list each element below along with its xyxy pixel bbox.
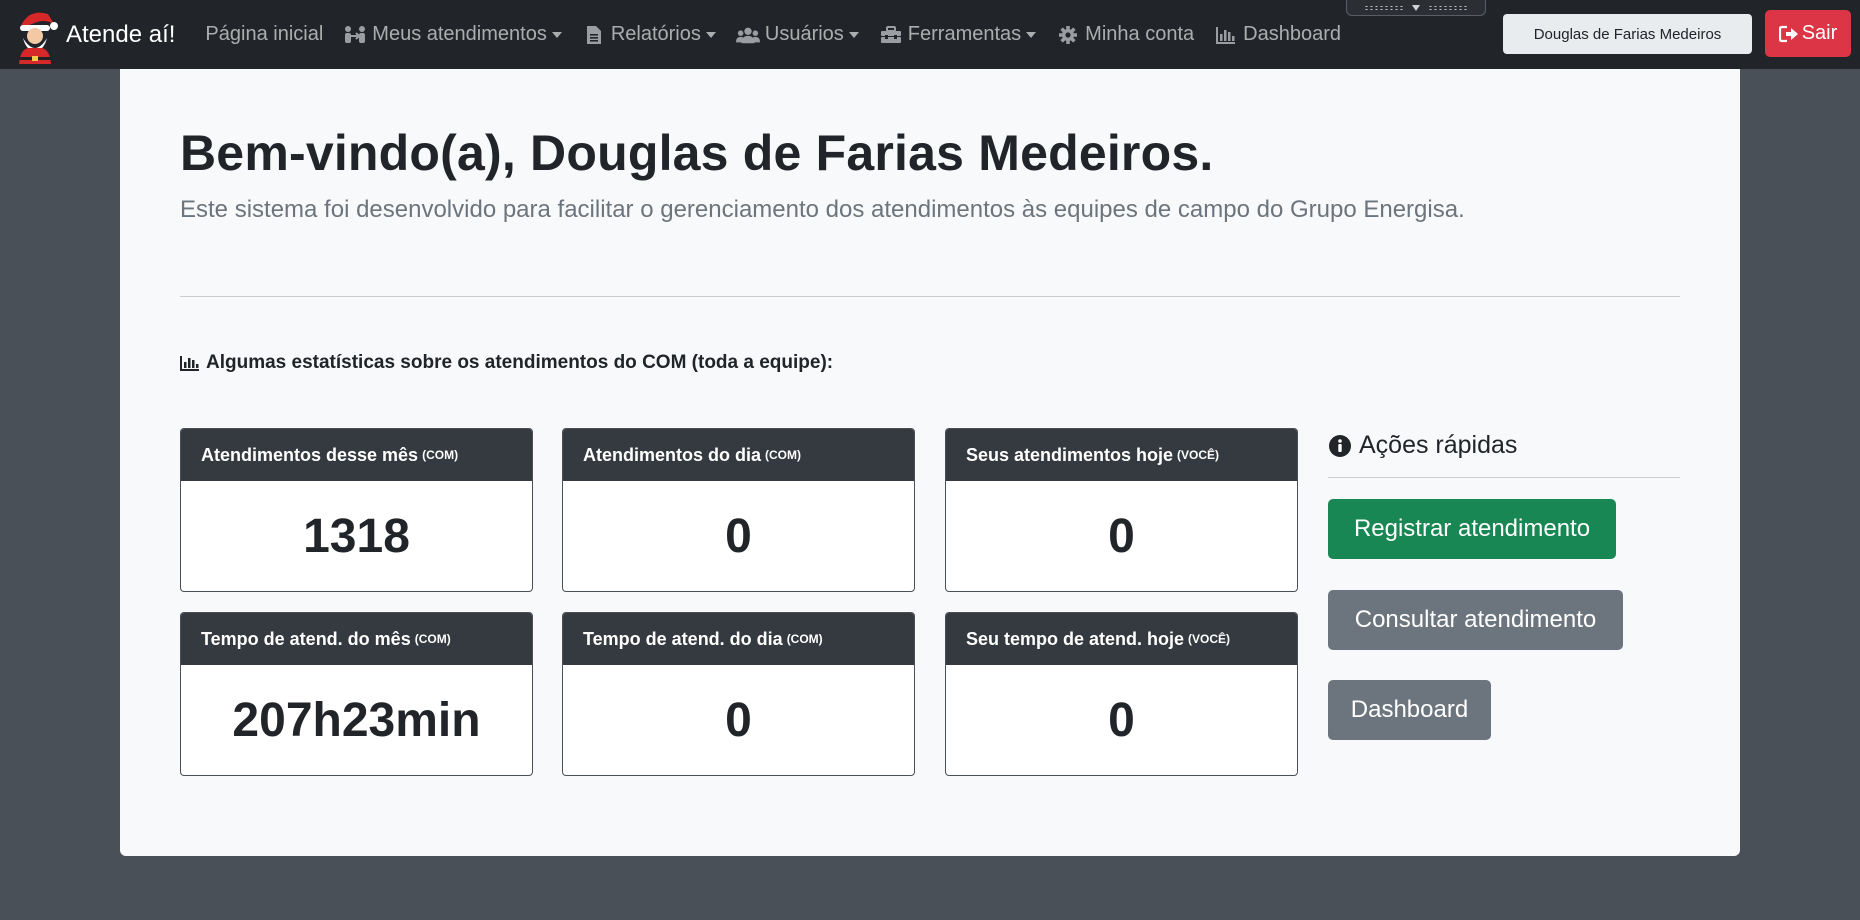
santa-logo-icon xyxy=(19,12,58,64)
toolbox-icon xyxy=(879,24,903,46)
card-header: Tempo de atend. do mês (COM) xyxy=(181,613,532,665)
logout-button[interactable]: Sair xyxy=(1765,10,1851,57)
card-value: 207h23min xyxy=(232,694,481,747)
card-title: Seus atendimentos hoje xyxy=(966,444,1174,465)
card-header: Atendimentos desse mês (COM) xyxy=(181,429,532,481)
card-tag: (COM) xyxy=(422,448,459,462)
card-title: Tempo de atend. do mês xyxy=(201,628,411,649)
chart-bar-icon xyxy=(1214,24,1238,46)
chart-bar-icon xyxy=(180,355,200,371)
dashboard-button[interactable]: Dashboard xyxy=(1328,680,1491,740)
nav-home[interactable]: Página inicial xyxy=(205,23,323,46)
nav-dashboard[interactable]: Dashboard xyxy=(1214,23,1341,46)
card-tag: (COM) xyxy=(765,448,802,462)
stat-card-day-time: Tempo de atend. do dia (COM) 0 xyxy=(562,612,915,776)
stat-card-your-time-today: Seu tempo de atend. hoje (VOCÊ) 0 xyxy=(945,612,1298,776)
card-title: Atendimentos do dia xyxy=(583,444,762,465)
gear-icon xyxy=(1056,24,1080,46)
nav-tools[interactable]: Ferramentas xyxy=(879,23,1037,46)
card-title: Atendimentos desse mês xyxy=(201,444,419,465)
people-arrows-icon xyxy=(343,24,367,46)
extension-pull-tab[interactable] xyxy=(1346,0,1486,16)
page-title: Bem-vindo(a), Douglas de Farias Medeiros… xyxy=(180,125,1214,181)
card-header: Atendimentos do dia (COM) xyxy=(563,429,914,481)
nav-users-label: Usuários xyxy=(764,23,844,45)
card-tag: (COM) xyxy=(786,632,823,646)
quick-actions-heading: Ações rápidas xyxy=(1328,431,1517,460)
card-value: 1318 xyxy=(303,510,410,563)
brand-name: Atende aí! xyxy=(66,20,176,48)
user-name-badge: Douglas de Farias Medeiros xyxy=(1503,14,1752,54)
nav-menu: Página inicial Meus atendimentos Relatór… xyxy=(205,0,1361,69)
chevron-down-icon xyxy=(551,31,562,38)
card-header: Seus atendimentos hoje (VOCÊ) xyxy=(946,429,1297,481)
card-title: Tempo de atend. do dia xyxy=(583,628,783,649)
nav-my-tickets[interactable]: Meus atendimentos xyxy=(343,23,562,46)
card-header: Tempo de atend. do dia (COM) xyxy=(563,613,914,665)
nav-reports-label: Relatórios xyxy=(610,23,701,45)
card-tag: (VOCÊ) xyxy=(1188,632,1231,646)
nav-my-tickets-label: Meus atendimentos xyxy=(372,23,547,45)
file-icon xyxy=(582,24,606,46)
card-header: Seu tempo de atend. hoje (VOCÊ) xyxy=(946,613,1297,665)
logout-label: Sair xyxy=(1801,22,1838,44)
brand-link[interactable]: Atende aí! xyxy=(0,0,175,69)
nav-tools-label: Ferramentas xyxy=(907,23,1022,45)
info-circle-icon xyxy=(1328,434,1352,458)
divider xyxy=(1328,477,1680,478)
arrow-down-icon xyxy=(1412,4,1420,11)
stat-card-month-time: Tempo de atend. do mês (COM) 207h23min xyxy=(180,612,533,776)
search-ticket-button[interactable]: Consultar atendimento xyxy=(1328,590,1623,650)
chevron-down-icon xyxy=(848,31,859,38)
register-ticket-button[interactable]: Registrar atendimento xyxy=(1328,499,1616,559)
nav-dashboard-label: Dashboard xyxy=(1243,23,1341,45)
card-value: 0 xyxy=(1108,510,1135,563)
main-panel: Bem-vindo(a), Douglas de Farias Medeiros… xyxy=(120,69,1740,856)
card-tag: (VOCÊ) xyxy=(1177,448,1220,462)
nav-home-label: Página inicial xyxy=(205,23,324,45)
page-lead: Este sistema foi desenvolvido para facil… xyxy=(180,196,1465,223)
card-title: Seu tempo de atend. hoje xyxy=(966,628,1185,649)
quick-actions-title: Ações rápidas xyxy=(1359,431,1518,459)
chevron-down-icon xyxy=(1026,31,1037,38)
nav-my-account-label: Minha conta xyxy=(1085,23,1195,45)
users-icon xyxy=(735,24,760,46)
card-value: 0 xyxy=(1108,694,1135,747)
chevron-down-icon xyxy=(705,31,716,38)
grip-dots-icon xyxy=(1364,4,1404,11)
grip-dots-icon xyxy=(1428,4,1468,11)
stats-heading: Algumas estatísticas sobre os atendiment… xyxy=(180,352,833,374)
card-value: 0 xyxy=(725,694,752,747)
card-tag: (COM) xyxy=(414,632,451,646)
card-value: 0 xyxy=(725,510,752,563)
stats-heading-text: Algumas estatísticas sobre os atendiment… xyxy=(206,352,834,373)
nav-reports[interactable]: Relatórios xyxy=(582,23,716,46)
nav-users[interactable]: Usuários xyxy=(735,23,859,46)
divider xyxy=(180,296,1680,297)
stat-card-day-count: Atendimentos do dia (COM) 0 xyxy=(562,428,915,592)
stat-card-month-count: Atendimentos desse mês (COM) 1318 xyxy=(180,428,533,592)
sign-out-icon xyxy=(1778,25,1799,43)
top-navbar: Atende aí! Página inicial Meus atendimen… xyxy=(0,0,1860,69)
nav-my-account[interactable]: Minha conta xyxy=(1056,23,1194,46)
stat-card-your-count-today: Seus atendimentos hoje (VOCÊ) 0 xyxy=(945,428,1298,592)
